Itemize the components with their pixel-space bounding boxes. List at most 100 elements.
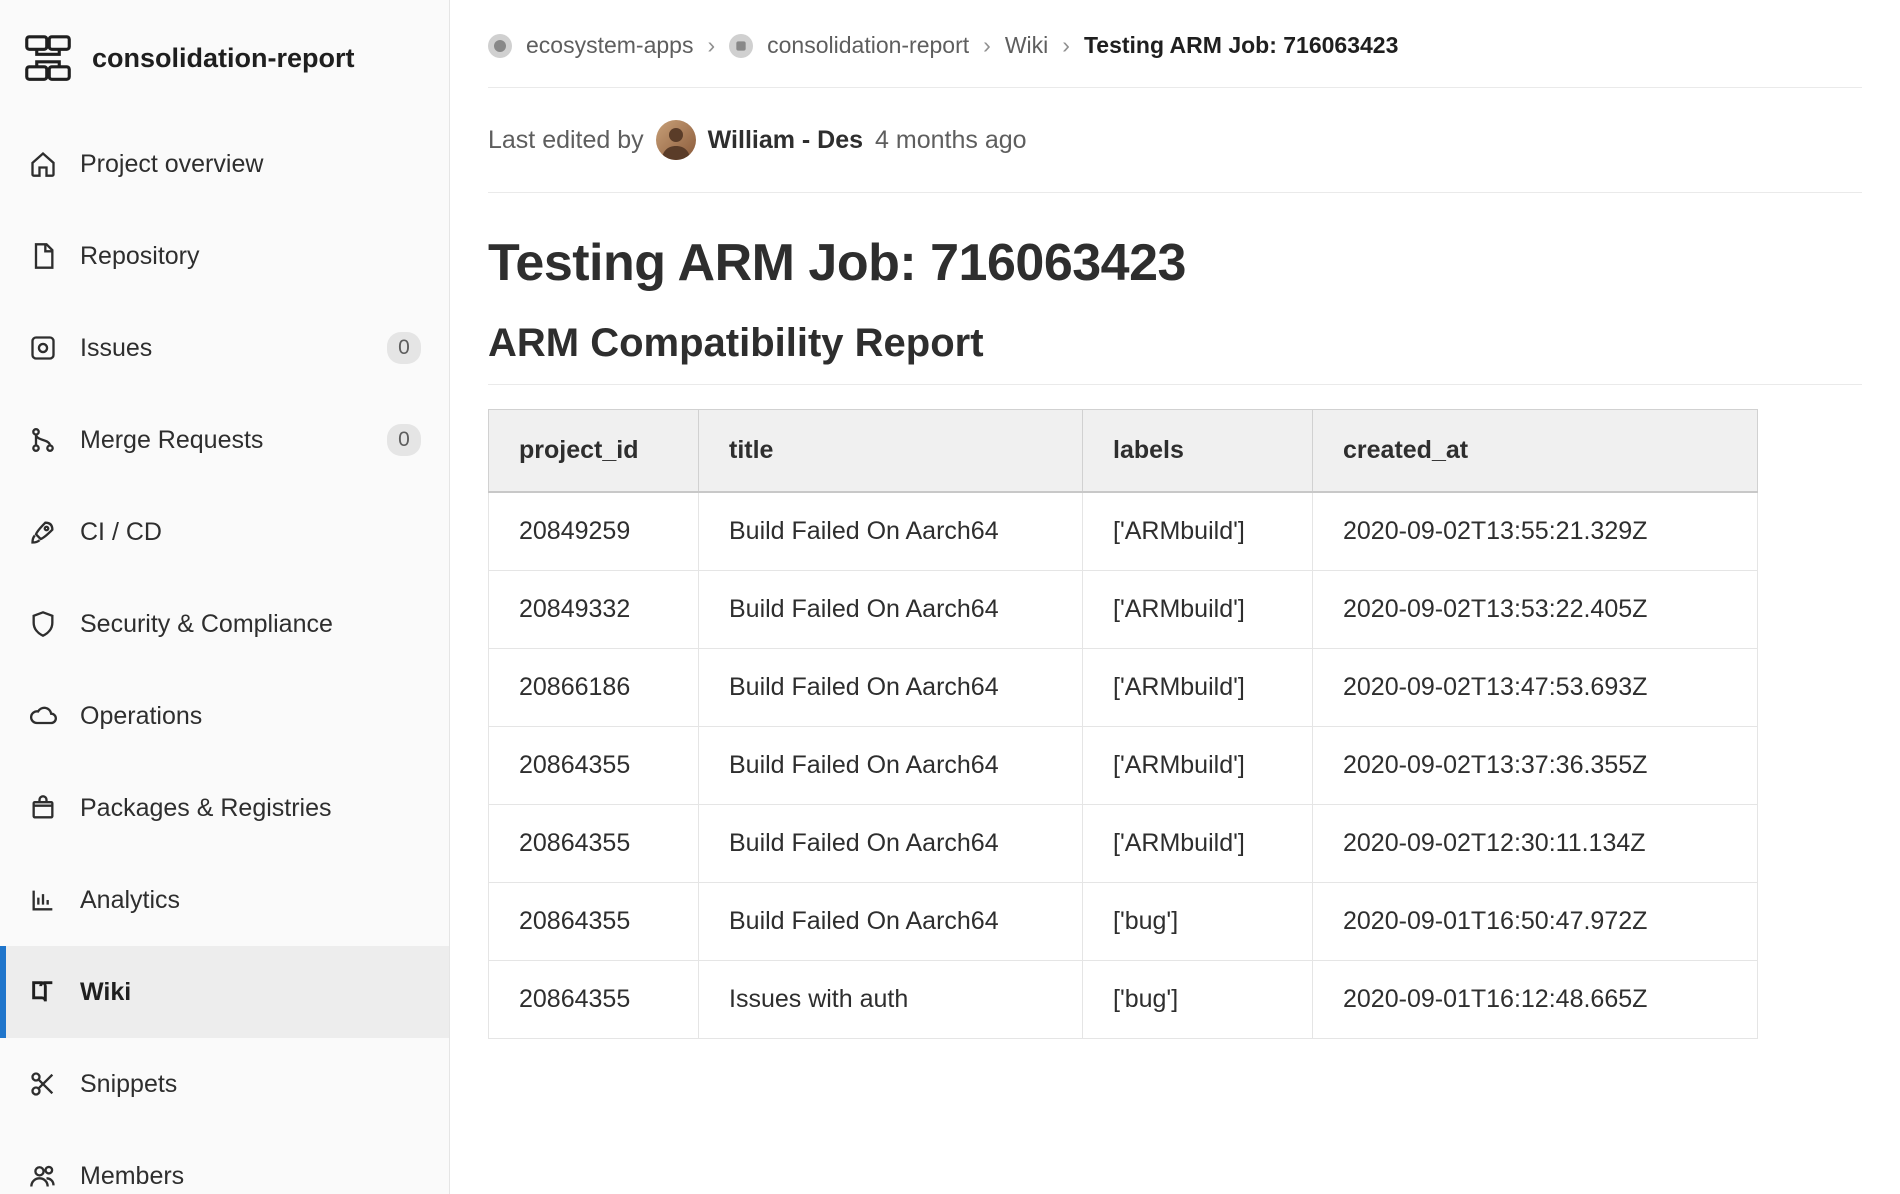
cell-labels: ['ARMbuild']	[1083, 492, 1313, 571]
sidebar-nav: Project overviewRepositoryIssues0Merge R…	[0, 112, 449, 1194]
table-row: 20864355Issues with auth['bug']2020-09-0…	[489, 961, 1758, 1039]
cell-project_id: 20864355	[489, 883, 699, 961]
sidebar-item-project-overview[interactable]: Project overview	[0, 118, 449, 210]
breadcrumb: ecosystem-apps › consolidation-report › …	[488, 32, 1862, 88]
page-title: Testing ARM Job: 716063423	[488, 233, 1862, 293]
sidebar-item-security-compliance[interactable]: Security & Compliance	[0, 578, 449, 670]
cell-created_at: 2020-09-02T12:30:11.134Z	[1313, 805, 1758, 883]
last-edited-time: 4 months ago	[875, 126, 1027, 155]
cell-project_id: 20864355	[489, 727, 699, 805]
sidebar-item-snippets[interactable]: Snippets	[0, 1038, 449, 1130]
table-header-created_at: created_at	[1313, 410, 1758, 493]
book-icon	[28, 977, 58, 1007]
sidebar-item-label: Analytics	[80, 886, 421, 915]
sidebar-item-merge-requests[interactable]: Merge Requests0	[0, 394, 449, 486]
cell-title: Issues with auth	[699, 961, 1083, 1039]
cell-created_at: 2020-09-02T13:37:36.355Z	[1313, 727, 1758, 805]
sidebar-item-wiki[interactable]: Wiki	[0, 946, 449, 1038]
merge-icon	[28, 425, 58, 455]
sidebar-item-label: Snippets	[80, 1070, 421, 1099]
table-row: 20864355Build Failed On Aarch64['ARMbuil…	[489, 805, 1758, 883]
cell-project_id: 20866186	[489, 649, 699, 727]
cell-project_id: 20864355	[489, 805, 699, 883]
rocket-icon	[28, 517, 58, 547]
cell-created_at: 2020-09-02T13:55:21.329Z	[1313, 492, 1758, 571]
sidebar-item-ci-cd[interactable]: CI / CD	[0, 486, 449, 578]
breadcrumb-current: Testing ARM Job: 716063423	[1084, 32, 1398, 59]
chevron-right-icon: ›	[983, 32, 991, 59]
cell-title: Build Failed On Aarch64	[699, 571, 1083, 649]
table-row: 20849259Build Failed On Aarch64['ARMbuil…	[489, 492, 1758, 571]
cell-labels: ['ARMbuild']	[1083, 805, 1313, 883]
sidebar-item-operations[interactable]: Operations	[0, 670, 449, 762]
sidebar-item-repository[interactable]: Repository	[0, 210, 449, 302]
table-row: 20866186Build Failed On Aarch64['ARMbuil…	[489, 649, 1758, 727]
cell-labels: ['ARMbuild']	[1083, 571, 1313, 649]
project-icon	[729, 34, 753, 58]
breadcrumb-group[interactable]: ecosystem-apps	[526, 32, 693, 59]
count-badge: 0	[387, 332, 421, 364]
scissors-icon	[28, 1069, 58, 1099]
cell-created_at: 2020-09-02T13:53:22.405Z	[1313, 571, 1758, 649]
home-icon	[28, 149, 58, 179]
users-icon	[28, 1161, 58, 1191]
table-row: 20864355Build Failed On Aarch64['ARMbuil…	[489, 727, 1758, 805]
cell-labels: ['ARMbuild']	[1083, 649, 1313, 727]
last-edited-label: Last edited by	[488, 126, 644, 155]
table-row: 20849332Build Failed On Aarch64['ARMbuil…	[489, 571, 1758, 649]
cell-project_id: 20849259	[489, 492, 699, 571]
cell-labels: ['bug']	[1083, 961, 1313, 1039]
cell-title: Build Failed On Aarch64	[699, 727, 1083, 805]
author-name[interactable]: William - Des	[708, 126, 863, 155]
table-row: 20864355Build Failed On Aarch64['bug']20…	[489, 883, 1758, 961]
sidebar-item-issues[interactable]: Issues0	[0, 302, 449, 394]
breadcrumb-section[interactable]: Wiki	[1005, 32, 1048, 59]
chevron-right-icon: ›	[707, 32, 715, 59]
count-badge: 0	[387, 424, 421, 456]
cell-title: Build Failed On Aarch64	[699, 492, 1083, 571]
sidebar-item-analytics[interactable]: Analytics	[0, 854, 449, 946]
shield-icon	[28, 609, 58, 639]
report-table: project_idtitlelabelscreated_at 20849259…	[488, 409, 1758, 1039]
sidebar-item-label: Issues	[80, 334, 387, 363]
cell-project_id: 20864355	[489, 961, 699, 1039]
sidebar-item-label: Wiki	[80, 978, 421, 1007]
cell-title: Build Failed On Aarch64	[699, 649, 1083, 727]
issue-icon	[28, 333, 58, 363]
cell-labels: ['ARMbuild']	[1083, 727, 1313, 805]
cloud-icon	[28, 701, 58, 731]
cell-created_at: 2020-09-02T13:47:53.693Z	[1313, 649, 1758, 727]
last-edited-meta: Last edited by William - Des 4 months ag…	[488, 88, 1862, 193]
project-header[interactable]: consolidation-report	[0, 0, 449, 112]
cell-created_at: 2020-09-01T16:50:47.972Z	[1313, 883, 1758, 961]
sidebar-item-label: Repository	[80, 242, 421, 271]
sidebar-item-label: Merge Requests	[80, 426, 387, 455]
author-avatar-icon	[656, 120, 696, 160]
cell-created_at: 2020-09-01T16:12:48.665Z	[1313, 961, 1758, 1039]
chart-icon	[28, 885, 58, 915]
group-icon	[488, 34, 512, 58]
cell-project_id: 20849332	[489, 571, 699, 649]
package-icon	[28, 793, 58, 823]
sidebar-item-packages-registries[interactable]: Packages & Registries	[0, 762, 449, 854]
cell-title: Build Failed On Aarch64	[699, 883, 1083, 961]
sidebar-item-label: Security & Compliance	[80, 610, 421, 639]
sidebar-item-members[interactable]: Members	[0, 1130, 449, 1194]
project-name: consolidation-report	[92, 43, 355, 74]
main-content: ecosystem-apps › consolidation-report › …	[450, 0, 1900, 1194]
cell-title: Build Failed On Aarch64	[699, 805, 1083, 883]
table-header-title: title	[699, 410, 1083, 493]
project-avatar-icon	[18, 28, 78, 88]
table-header-labels: labels	[1083, 410, 1313, 493]
sidebar-item-label: Packages & Registries	[80, 794, 421, 823]
sidebar-item-label: Project overview	[80, 150, 421, 179]
sidebar-item-label: CI / CD	[80, 518, 421, 547]
table-header-project_id: project_id	[489, 410, 699, 493]
cell-labels: ['bug']	[1083, 883, 1313, 961]
chevron-right-icon: ›	[1062, 32, 1070, 59]
sidebar: consolidation-report Project overview Rep…	[0, 0, 450, 1194]
doc-icon	[28, 241, 58, 271]
sidebar-item-label: Operations	[80, 702, 421, 731]
breadcrumb-project[interactable]: consolidation-report	[767, 32, 969, 59]
section-title: ARM Compatibility Report	[488, 321, 1862, 385]
